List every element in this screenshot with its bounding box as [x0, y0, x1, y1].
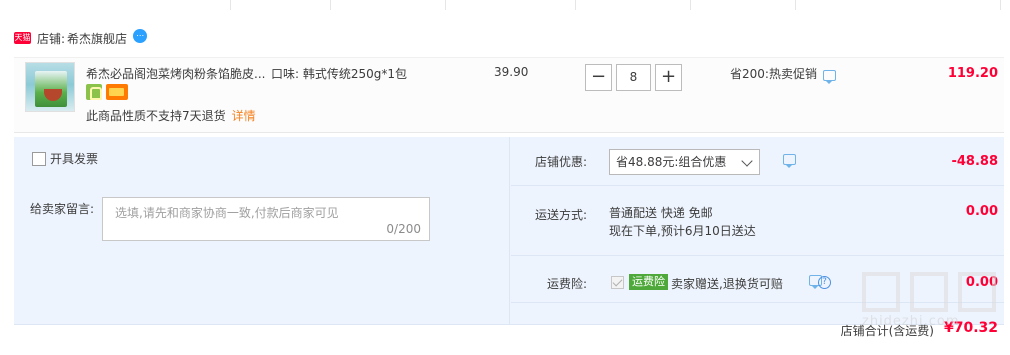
shipping-amount: 0.00 [965, 204, 998, 219]
shipping-info: 普通配送 快递 免邮 现在下单,预计6月10日送达 [609, 204, 756, 240]
quantity-stepper: − 8 + [585, 64, 682, 91]
shipping-row: 运送方式: 普通配送 快递 免邮 现在下单,预计6月10日送达 0.00 [511, 186, 1004, 256]
service-icons [86, 84, 132, 100]
detail-link[interactable]: 详情 [232, 109, 256, 123]
insurance-badge: 运费险 [629, 274, 668, 290]
discount-select[interactable]: 省48.88元:组合优惠 [609, 149, 760, 175]
order-left-pane: 开具发票 给卖家留言: 选填,请先和商家协商一致,付款后商家可见 0/200 [14, 137, 510, 325]
quantity-decrease-button[interactable]: − [585, 64, 612, 91]
quantity-increase-button[interactable]: + [655, 64, 682, 91]
help-icon[interactable]: ? [818, 276, 831, 289]
message-char-count: 0/200 [386, 222, 421, 236]
site-watermark: zhidezhi.com [862, 268, 1002, 330]
shipping-estimate: 现在下单,预计6月10日送达 [609, 224, 756, 238]
invoice-option[interactable]: 开具发票 [32, 150, 98, 167]
no-return-notice: 此商品性质不支持7天退货 详情 [86, 107, 256, 124]
cart-item-row: 希杰必品阁泡菜烤肉粉条馅脆皮... 此商品性质不支持7天退货 详情 口味: 韩式传… [14, 57, 1004, 133]
chat-bubble-icon[interactable]: ⋯ [133, 29, 148, 43]
discount-comment-icon[interactable] [783, 154, 796, 168]
message-placeholder: 选填,请先和商家协商一致,付款后商家可见 [115, 206, 339, 220]
insurance-text: 卖家赠送,退换货可赔 [671, 277, 783, 291]
shop-row: 天猫 店铺: 希杰旗舰店 ⋯ [14, 28, 148, 48]
sku-info: 口味: 韩式传统250g*1包 [271, 67, 408, 81]
shop-name-link[interactable]: 希杰旗舰店 [67, 30, 127, 47]
insurance-label: 运费险: [547, 277, 588, 291]
shop-label: 店铺: [37, 31, 66, 46]
discount-amount: -48.88 [951, 154, 998, 169]
item-subtotal: 119.20 [947, 66, 998, 81]
shipping-label: 运送方式: [535, 208, 588, 222]
promotion-text: 省200:热卖促销 [730, 67, 817, 81]
message-label: 给卖家留言: [30, 202, 95, 216]
insurance-checkbox[interactable] [611, 276, 624, 289]
promo-comment-icon[interactable] [822, 70, 836, 84]
invoice-checkbox[interactable] [32, 151, 46, 166]
product-thumbnail[interactable] [25, 62, 75, 112]
watermark-text: zhidezhi.com [862, 314, 960, 329]
shipping-method: 普通配送 快递 免邮 [609, 206, 713, 220]
shop-total-row: 店铺合计(含运费) ¥70.32 [14, 316, 1004, 346]
card-badge-icon[interactable] [106, 84, 128, 100]
discount-label: 店铺优惠: [535, 155, 588, 169]
service-badge-icon[interactable] [86, 84, 102, 100]
unit-price: 39.90 [494, 65, 529, 79]
invoice-label: 开具发票 [50, 152, 99, 166]
chevron-down-icon [741, 155, 753, 167]
product-title-link[interactable]: 希杰必品阁泡菜烤肉粉条馅脆皮... [86, 65, 271, 82]
top-dividers [0, 0, 1010, 10]
discount-selected-value: 省48.88元:组合优惠 [616, 155, 727, 169]
message-input[interactable]: 选填,请先和商家协商一致,付款后商家可见 0/200 [102, 197, 430, 241]
promotion-info: 省200:热卖促销 [730, 65, 836, 84]
quantity-input[interactable]: 8 [616, 64, 651, 91]
order-options-block: 开具发票 给卖家留言: 选填,请先和商家协商一致,付款后商家可见 0/200 店… [14, 137, 1004, 325]
tmall-badge: 天猫 [14, 32, 31, 44]
no-return-text: 此商品性质不支持7天退货 [86, 109, 226, 123]
shop-discount-row: 店铺优惠: 省48.88元:组合优惠 -48.88 [511, 137, 1004, 186]
